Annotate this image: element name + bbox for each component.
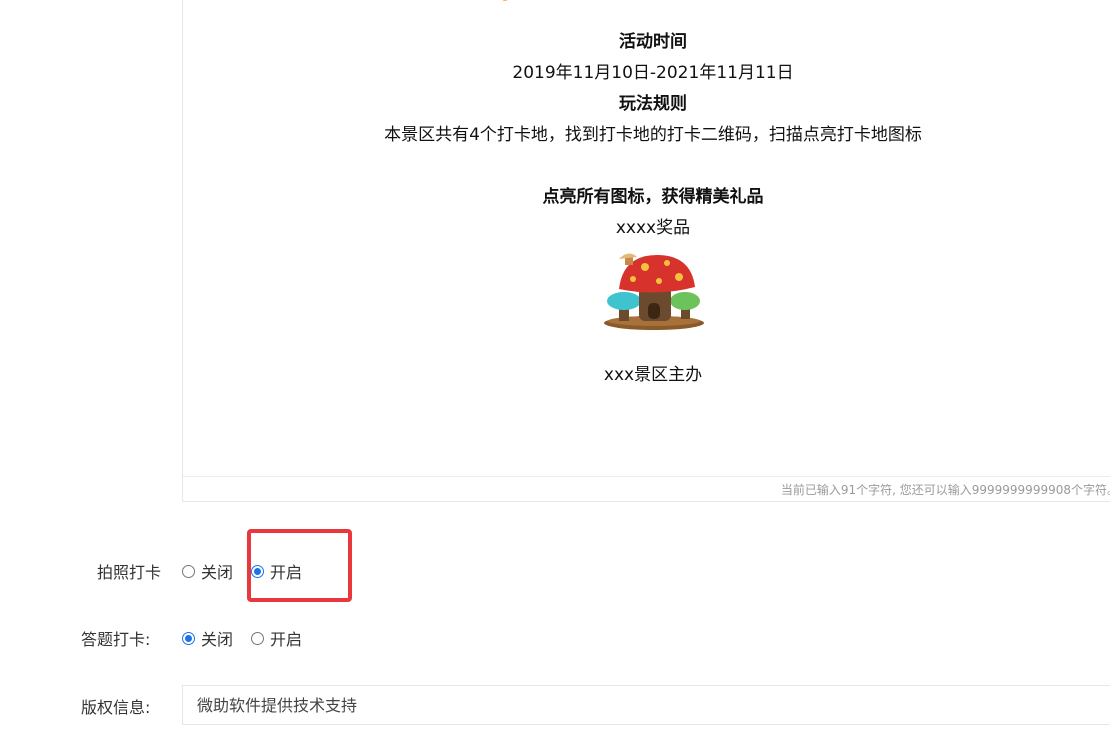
editor-content[interactable]: 活动时间 2019年11月10日-2021年11月11日 玩法规则 本景区共有4…: [183, 0, 1110, 477]
activity-time-text: 2019年11月10日-2021年11月11日: [512, 63, 794, 83]
quiz-checkin-on-radio[interactable]: 开启: [251, 626, 302, 650]
prize-heading: 点亮所有图标，获得精美礼品: [542, 187, 764, 207]
organizer-text: xxx景区主办: [603, 365, 703, 385]
quiz-checkin-off-radio[interactable]: 关闭: [182, 626, 233, 650]
photo-checkin-label: 拍照打卡: [97, 563, 162, 582]
character-counter: 当前已输入91个字符, 您还可以输入9999999999908个字符。: [780, 483, 1110, 497]
copyright-label: 版权信息:: [81, 698, 151, 717]
decorative-dot-icon: [501, 0, 509, 1]
activity-time-heading: 活动时间: [619, 32, 687, 52]
photo-checkin-off-label: 关闭: [201, 563, 234, 582]
settings-page: 活动时间 2019年11月10日-2021年11月11日 玩法规则 本景区共有4…: [0, 0, 1110, 740]
radio-unchecked-icon[interactable]: [182, 564, 195, 578]
prize-text: xxxx奖品: [615, 218, 691, 238]
rules-text: 本景区共有4个打卡地，找到打卡地的打卡二维码，扫描点亮打卡地图标: [384, 125, 922, 145]
rich-text-editor[interactable]: 活动时间 2019年11月10日-2021年11月11日 玩法规则 本景区共有4…: [182, 0, 1110, 502]
quiz-checkin-off-label: 关闭: [201, 630, 234, 649]
rules-heading: 玩法规则: [619, 94, 687, 114]
quiz-checkin-on-label: 开启: [270, 630, 303, 649]
radio-checked-icon[interactable]: [182, 631, 195, 645]
quiz-checkin-label: 答题打卡:: [81, 630, 151, 649]
highlight-box: [247, 529, 352, 602]
radio-unchecked-icon[interactable]: [251, 631, 264, 645]
copyright-input[interactable]: 微助软件提供技术支持: [182, 685, 1110, 725]
photo-checkin-off-radio[interactable]: 关闭: [182, 559, 233, 583]
mushroom-house-icon: [604, 253, 704, 330]
